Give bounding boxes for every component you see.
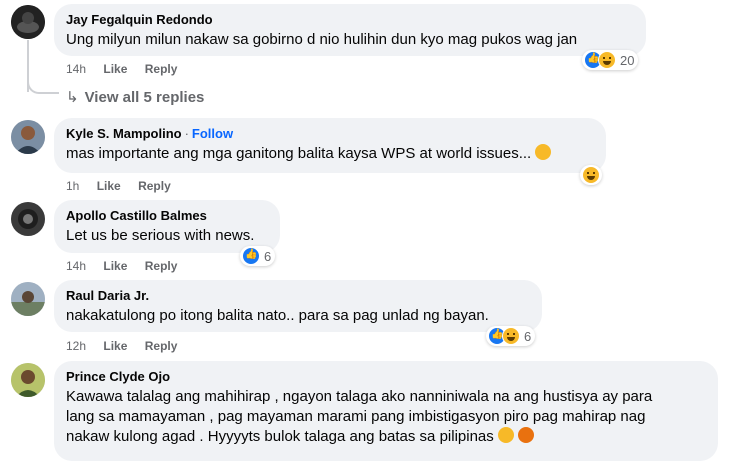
reply-button[interactable]: Reply [145, 259, 178, 273]
comment-text: Ung milyun milun nakaw sa gobirno d nio … [66, 31, 578, 48]
author-name[interactable]: Kyle S. Mampolino [66, 126, 182, 141]
view-replies-link[interactable]: ↳ View all 5 replies [66, 88, 204, 108]
reaction-summary[interactable]: 20 [582, 50, 639, 70]
comment-time[interactable]: 14h [66, 259, 86, 273]
haha-reaction-icon [582, 166, 600, 184]
sad-emoji-icon [497, 427, 514, 443]
reaction-summary[interactable] [580, 165, 602, 185]
comment-author[interactable]: Jay Fegalquin Redondo [66, 11, 634, 28]
reply-arrow-icon: ↳ [66, 89, 79, 106]
comment-text-line: Kawawa talalag ang mahihirap , ngayon ta… [66, 388, 653, 405]
reply-button[interactable]: Reply [145, 62, 178, 76]
reply-button[interactable]: Reply [138, 179, 171, 193]
comment-author[interactable]: Apollo Castillo Balmes [66, 207, 268, 224]
like-button[interactable]: Like [103, 339, 127, 353]
comment-bubble: Apollo Castillo Balmes Let us be serious… [54, 200, 280, 253]
like-button[interactable]: Like [103, 62, 127, 76]
comment-meta: 14h Like Reply [66, 258, 191, 274]
comment-text-line: lang sa mamayaman , pag mayaman marami p… [66, 408, 646, 425]
reaction-summary[interactable]: 6 [240, 246, 276, 266]
view-replies-label: View all 5 replies [84, 89, 205, 106]
avatar[interactable] [11, 363, 45, 397]
comment-bubble: Raul Daria Jr. nakakatulong po itong bal… [54, 280, 542, 332]
haha-reaction-icon [502, 327, 520, 345]
comment-text-line: nakaw kulong agad . Hyyyyts bulok talaga… [66, 427, 706, 447]
angry-emoji-icon [517, 427, 534, 443]
comment-bubble: Jay Fegalquin Redondo Ung milyun milun n… [54, 4, 646, 56]
thread-curve [27, 70, 59, 94]
avatar[interactable] [11, 282, 45, 316]
follow-button[interactable]: Follow [192, 126, 233, 141]
reaction-summary[interactable]: 6 [486, 326, 536, 346]
comment-bubble: Kyle S. Mampolino · Follow mas importante … [54, 118, 606, 173]
comment-text: Let us be serious with news. [66, 227, 255, 244]
like-button[interactable]: Like [103, 259, 127, 273]
comment-time[interactable]: 12h [66, 339, 86, 353]
comment-bubble: Prince Clyde Ojo Kawawa talalag ang mahi… [54, 361, 718, 461]
avatar[interactable] [11, 5, 45, 39]
separator-dot: · [184, 126, 189, 141]
comment-author: Kyle S. Mampolino · Follow [66, 125, 594, 142]
comment-text-body: mas importante ang mga ganitong balita k… [66, 145, 532, 162]
comment-text: nakakatulong po itong balita nato.. para… [66, 307, 489, 324]
comment-author[interactable]: Raul Daria Jr. [66, 287, 530, 304]
comment-meta: 1h Like Reply [66, 178, 185, 194]
comment-time[interactable]: 14h [66, 62, 86, 76]
comment-meta: 12h Like Reply [66, 338, 191, 354]
comment-text: Kawawa talalag ang mahihirap , ngayon ta… [66, 387, 706, 447]
like-button[interactable]: Like [97, 179, 121, 193]
comment-meta: 14h Like Reply [66, 61, 191, 77]
like-reaction-icon [242, 247, 260, 265]
comment-text: mas importante ang mga ganitong balita k… [66, 144, 594, 164]
comment-author[interactable]: Prince Clyde Ojo [66, 368, 706, 385]
grinning-emoji-icon [535, 144, 552, 160]
reaction-count: 20 [620, 52, 635, 68]
reply-button[interactable]: Reply [145, 339, 178, 353]
comment-time[interactable]: 1h [66, 179, 79, 193]
avatar[interactable] [11, 120, 45, 154]
comment-text-body: nakaw kulong agad . Hyyyyts bulok talaga… [66, 428, 494, 445]
haha-reaction-icon [598, 51, 616, 69]
reaction-count: 6 [264, 248, 272, 264]
reaction-count: 6 [524, 328, 532, 344]
avatar[interactable] [11, 202, 45, 236]
